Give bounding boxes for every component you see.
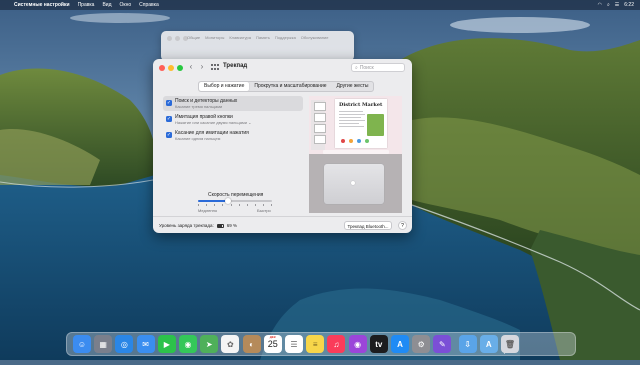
menu-edit[interactable]: Правка: [78, 2, 95, 8]
battery-icon: [216, 223, 224, 228]
bg-window-tabs: Общие Мониторы Клавиатура Память Поддерж…: [187, 35, 328, 40]
app-store-icon[interactable]: A: [391, 335, 409, 353]
preview-document: District Market: [335, 99, 387, 148]
search-field[interactable]: ⌕ Поиск: [351, 63, 405, 72]
preview-sidebar: [311, 100, 326, 150]
checkbox-lookup[interactable]: ✓: [166, 100, 172, 106]
slider-min-label: Медленно: [198, 208, 218, 213]
preview-screen: District Market: [309, 96, 402, 154]
launchpad-icon[interactable]: ▦: [94, 335, 113, 353]
calendar-icon[interactable]: ДЕК 25: [263, 335, 282, 353]
trackpad-preferences-window: ‹ › Трекпад ⌕ Поиск Выбор и нажатие Прок…: [153, 59, 412, 233]
bottom-bar: Уровень заряда трекпада: 69 % Трекпад Bl…: [153, 216, 412, 233]
trash-icon[interactable]: 🗑: [501, 335, 519, 353]
show-all-grid-icon[interactable]: [211, 64, 219, 71]
trackpad-illustration: [324, 164, 384, 204]
background-window[interactable]: Общие Мониторы Клавиатура Память Поддерж…: [161, 31, 354, 61]
control-center-icon[interactable]: ☰: [615, 2, 619, 8]
bg-tab: Клавиатура: [229, 35, 251, 40]
maps-icon[interactable]: ➤: [200, 335, 219, 353]
finder-icon[interactable]: ☺: [73, 335, 91, 353]
preview-photo: [367, 114, 384, 136]
safari-icon[interactable]: ◎: [115, 335, 134, 353]
photos-icon[interactable]: ✿: [221, 335, 240, 353]
calendar-day: 25: [267, 339, 278, 349]
downloads-folder-icon[interactable]: ⇩: [458, 335, 477, 353]
option-subtitle: Касание одним пальцем: [175, 136, 221, 141]
setup-bluetooth-trackpad-button[interactable]: Трекпад Bluetooth...: [344, 221, 392, 230]
search-icon: ⌕: [355, 64, 358, 71]
checkbox-tap-to-click[interactable]: ✓: [166, 132, 172, 138]
slider-max-label: Быстро: [257, 208, 271, 213]
checkbox-secondary-click[interactable]: ✓: [166, 116, 172, 122]
battery-status: Уровень заряда трекпада: 69 %: [159, 223, 237, 228]
option-subtitle: Касание тремя пальцами: [175, 104, 223, 109]
screen-time-icon[interactable]: ✎: [433, 335, 452, 353]
slider-fill: [198, 200, 229, 202]
zoom-button[interactable]: [177, 65, 183, 71]
gesture-preview: District Market: [309, 96, 402, 213]
music-icon[interactable]: ♫: [327, 335, 346, 353]
option-tap-to-click[interactable]: ✓ Касание для имитации нажатия Касание о…: [163, 128, 303, 143]
tab-bar: Выбор и нажатие Прокрутка и масштабирова…: [198, 81, 375, 92]
forward-icon[interactable]: ›: [198, 62, 206, 71]
reminders-icon[interactable]: ☰: [285, 335, 303, 353]
bg-tab: Поддержка: [274, 35, 296, 40]
option-secondary-click[interactable]: ✓ Имитация правой кнопки Нажатие или кас…: [163, 112, 303, 127]
help-button[interactable]: ?: [398, 221, 407, 230]
facetime-icon[interactable]: ▶: [157, 335, 176, 353]
back-icon[interactable]: ‹: [187, 62, 195, 71]
option-subtitle-dropdown[interactable]: Нажатие или касание двумя пальцами ⌄: [175, 120, 251, 125]
window-controls: [159, 65, 183, 71]
bg-tab: Общие: [187, 35, 201, 40]
window-title: Трекпад: [223, 63, 248, 69]
tracking-speed-label: Скорость перемещения: [208, 192, 264, 198]
tab-point-click[interactable]: Выбор и нажатие: [199, 82, 250, 91]
menu-help[interactable]: Справка: [139, 2, 159, 8]
minimize-button[interactable]: [168, 65, 174, 71]
preview-doc-title: District Market: [339, 102, 383, 108]
bg-window-lights: [167, 36, 188, 41]
bg-tab: Мониторы: [205, 35, 225, 40]
notes-icon[interactable]: ≡: [306, 335, 325, 353]
bg-tab: Память: [255, 35, 270, 40]
tab-scroll-zoom[interactable]: Прокрутка и масштабирование: [249, 82, 331, 91]
tracking-speed-slider[interactable]: [198, 198, 272, 204]
menu-bar: Системные настройки Правка Вид Окно Спра…: [0, 0, 640, 10]
mail-icon[interactable]: ✉: [136, 335, 155, 353]
option-lookup[interactable]: ✓ Поиск и детекторы данных Касание тремя…: [163, 96, 303, 111]
dock: ☺ ▦ ◎ ✉ ▶ ◉ ➤ ✿ ◐ ДЕК 25 ☰ ≡ ♫ ◉ tv A ⚙ ✎ ⇩ A 🗑: [66, 332, 576, 356]
podcasts-icon[interactable]: ◉: [348, 335, 367, 353]
tv-icon[interactable]: tv: [369, 335, 388, 353]
battery-percent: 69 %: [226, 223, 238, 228]
title-bar: ‹ › Трекпад ⌕ Поиск: [153, 59, 412, 77]
search-placeholder: Поиск: [359, 64, 374, 71]
menu-view[interactable]: Вид: [102, 2, 111, 8]
contacts-icon[interactable]: ◐: [242, 335, 261, 353]
tab-more-gestures[interactable]: Другие жесты: [332, 82, 374, 91]
menu-window[interactable]: Окно: [120, 2, 132, 8]
slider-ticks: [198, 204, 272, 206]
applications-folder-icon[interactable]: A: [479, 335, 498, 353]
system-preferences-icon[interactable]: ⚙: [412, 335, 431, 353]
menu-clock[interactable]: 6:22: [624, 2, 634, 8]
close-button[interactable]: [159, 65, 165, 71]
preview-dock: [323, 150, 389, 154]
wifi-icon[interactable]: ◠: [598, 2, 602, 8]
messages-icon[interactable]: ◉: [179, 335, 197, 353]
search-spotlight-icon[interactable]: ⌕: [607, 2, 610, 8]
bg-tab: Обслуживание: [300, 35, 329, 40]
battery-label: Уровень заряда трекпада:: [159, 223, 214, 228]
menu-app-name[interactable]: Системные настройки: [14, 2, 70, 8]
